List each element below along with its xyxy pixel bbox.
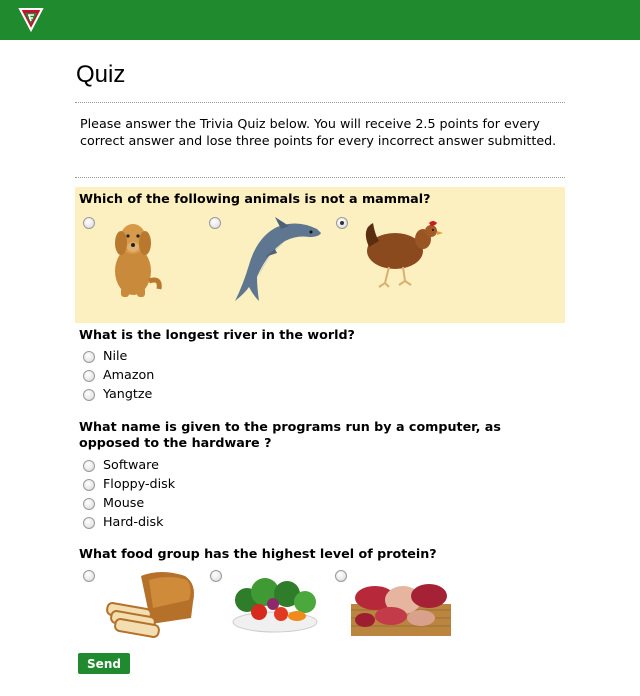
question-text: What is the longest river in the world?: [79, 327, 355, 342]
answer-label[interactable]: Yangtze: [103, 386, 152, 401]
shield-logo-icon[interactable]: [18, 6, 44, 32]
top-bar: [0, 0, 640, 40]
question-text: Which of the following animals is not a …: [79, 191, 431, 206]
answer-radio-chicken[interactable]: [336, 217, 348, 229]
answer-label[interactable]: Hard-disk: [103, 514, 163, 529]
vegetables-image: [232, 578, 318, 633]
answer-radio[interactable]: [83, 460, 95, 472]
chicken-image: [365, 221, 443, 288]
question-river: What is the longest river in the world? …: [75, 323, 565, 411]
quiz-instructions: Please answer the Trivia Quiz below. You…: [80, 116, 557, 148]
bread-image: [106, 572, 194, 638]
answer-radio[interactable]: [83, 498, 95, 510]
answer-radio-dolphin[interactable]: [209, 217, 221, 229]
question-animals: Which of the following animals is not a …: [75, 187, 565, 323]
intro-divider: [75, 177, 565, 178]
answer-radio[interactable]: [83, 389, 95, 401]
answer-label[interactable]: Mouse: [103, 495, 144, 510]
question-protein: What food group has the highest level of…: [75, 542, 565, 642]
title-divider: [75, 102, 565, 103]
answer-radio[interactable]: [83, 370, 95, 382]
answer-label[interactable]: Floppy-disk: [103, 476, 175, 491]
answer-radio[interactable]: [83, 517, 95, 529]
answer-label[interactable]: Amazon: [103, 367, 154, 382]
send-button[interactable]: Send: [78, 653, 130, 674]
dolphin-image: [235, 217, 321, 301]
answer-radio-vegetables[interactable]: [210, 570, 222, 582]
answer-label[interactable]: Software: [103, 457, 159, 472]
answer-radio[interactable]: [83, 351, 95, 363]
meat-image: [351, 584, 451, 636]
answer-radio-meat[interactable]: [335, 570, 347, 582]
question-text: What name is given to the programs run b…: [79, 419, 501, 450]
question-text: What food group has the highest level of…: [79, 546, 437, 561]
answer-radio[interactable]: [83, 479, 95, 491]
dog-image: [115, 224, 162, 297]
page-title: Quiz: [76, 61, 126, 88]
answer-radio-dog[interactable]: [83, 217, 95, 229]
answer-label[interactable]: Nile: [103, 348, 127, 363]
question-software: What name is given to the programs run b…: [75, 415, 565, 535]
answer-radio-bread[interactable]: [83, 570, 95, 582]
